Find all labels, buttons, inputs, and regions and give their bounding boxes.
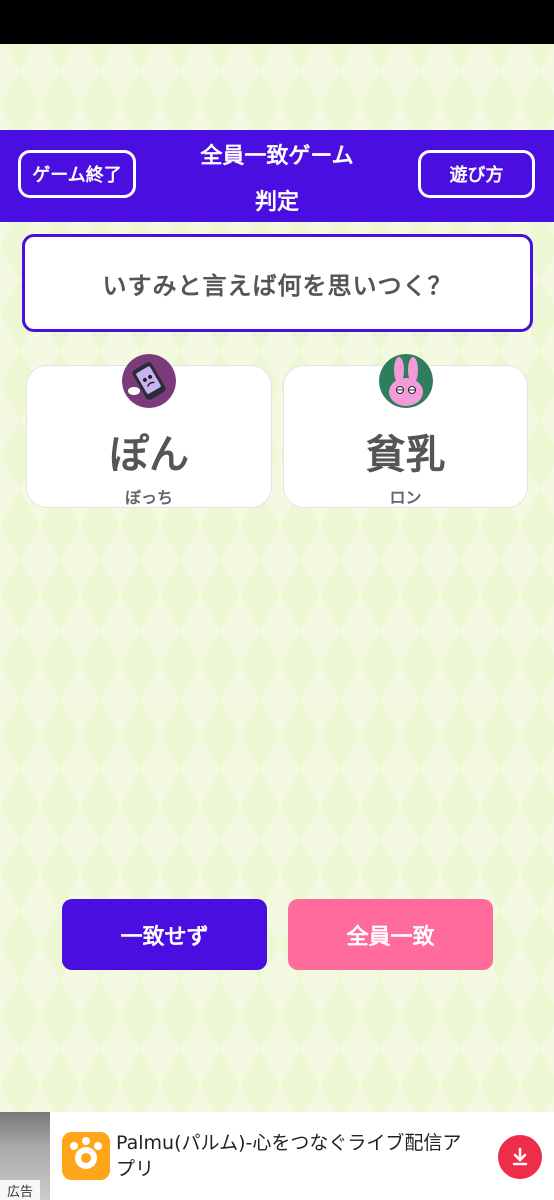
all-match-button[interactable]: 全員一致 <box>288 899 493 970</box>
question-box: いすみと言えば何を思いつく？ <box>22 234 533 332</box>
palmu-app-icon[interactable] <box>62 1132 110 1180</box>
question-text: いすみと言えば何を思いつく？ <box>102 271 453 300</box>
end-game-button[interactable]: ゲーム終了 <box>18 150 136 198</box>
answer-text: ぽん <box>109 432 189 478</box>
answer-card: 貧乳 ロン <box>284 354 527 507</box>
download-icon[interactable] <box>498 1135 542 1179</box>
ad-app-name[interactable]: Palmu(パルム)-心をつなぐライブ配信アプリ <box>116 1130 476 1182</box>
status-bar <box>0 0 554 44</box>
answer-card: ぽん ぼっち <box>27 354 271 507</box>
how-to-play-button[interactable]: 遊び方 <box>418 150 535 198</box>
player-name: ぼっち <box>124 488 173 507</box>
player-name: ロン <box>389 488 422 507</box>
answer-text: 貧乳 <box>365 432 446 478</box>
game-header: 全員一致ゲーム 判定 ゲーム終了 遊び方 <box>0 130 554 222</box>
ad-tag: 広告 <box>0 1180 40 1200</box>
not-match-button[interactable]: 一致せず <box>62 899 267 970</box>
ad-thumbnail[interactable]: 広告 <box>0 1112 50 1200</box>
phone-character-icon <box>122 354 176 408</box>
ad-banner[interactable]: 広告 Palmu(パルム)-心をつなぐライブ配信アプリ <box>0 1112 554 1200</box>
rabbit-character-icon <box>378 354 433 408</box>
